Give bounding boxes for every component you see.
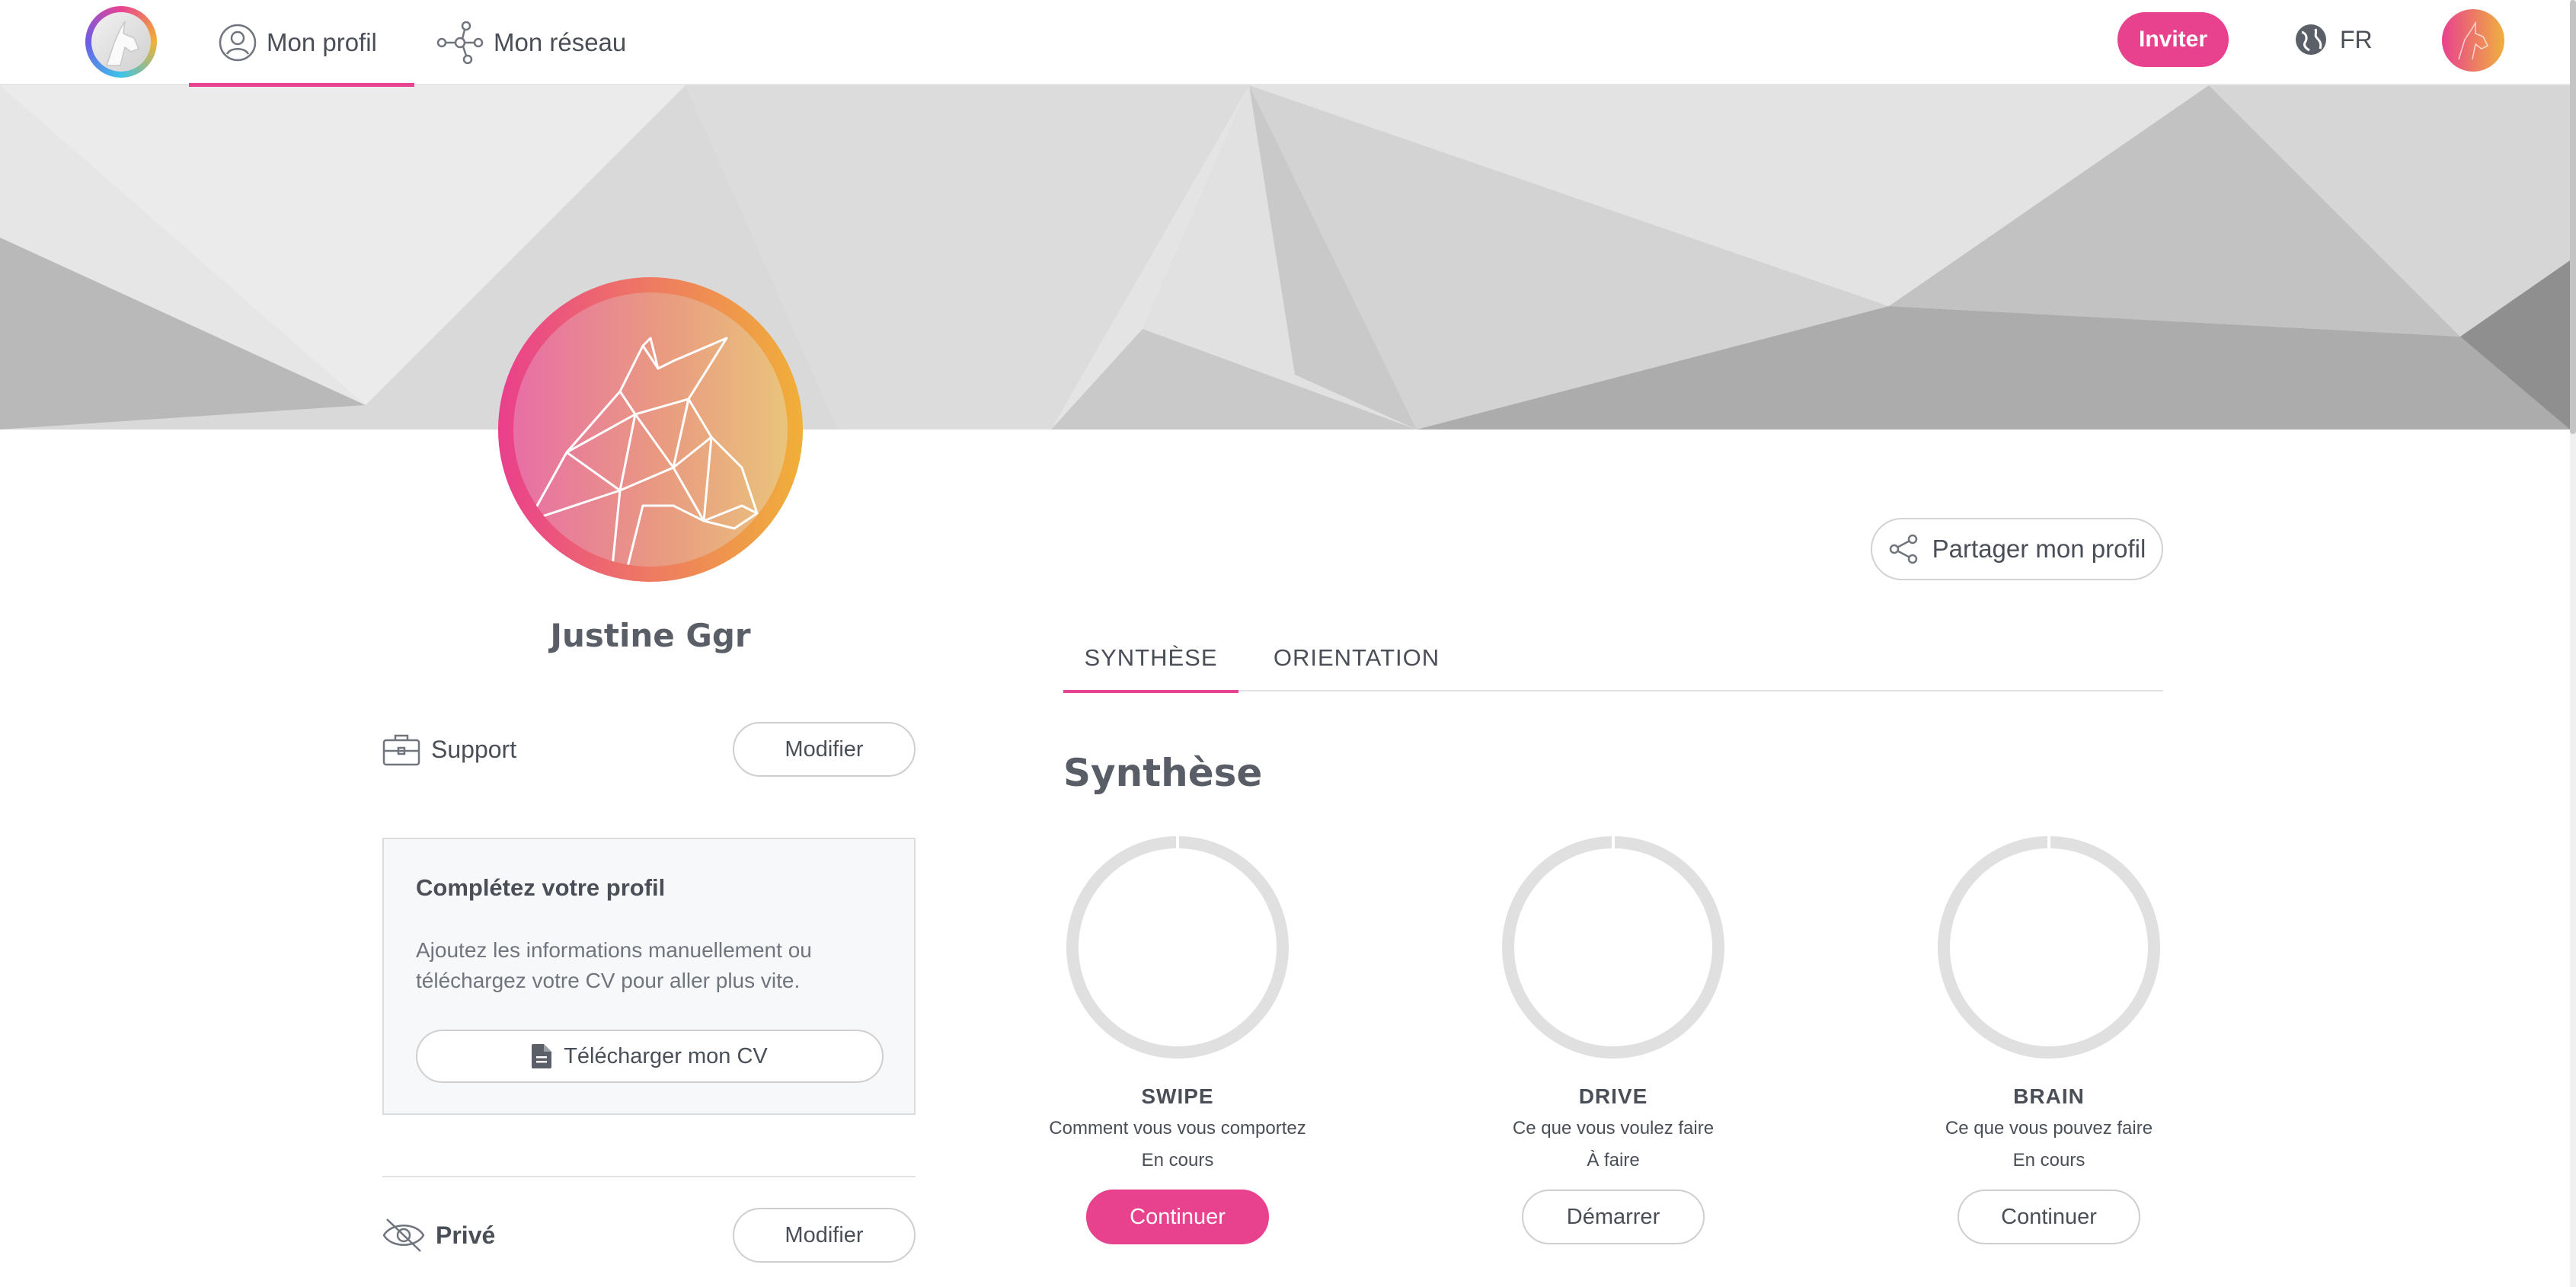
language-code: FR — [2340, 25, 2373, 53]
language-selector[interactable]: FR — [2294, 18, 2373, 61]
profile-banner — [0, 85, 2570, 430]
brain-test-description: Ce que vous pouvez faire — [1945, 1118, 2153, 1138]
section-divider — [382, 1176, 916, 1177]
profile-tabs: SYNTHÈSE ORIENTATION — [1063, 624, 2163, 693]
drive-test-description: Ce que vous voulez faire — [1512, 1118, 1715, 1138]
brain-test-name: BRAIN — [2013, 1084, 2085, 1108]
drive-test-card: DRIVE Ce que vous voulez faire À faire D… — [1469, 833, 1758, 1244]
swipe-test-card: SWIPE Comment vous vous comportez En cou… — [1033, 833, 1322, 1244]
nav-tab-my-network[interactable]: Mon réseau — [436, 0, 634, 85]
brain-test-card: BRAIN Ce que vous pouvez faire En cours … — [1904, 833, 2194, 1244]
swipe-test-status: En cours — [1141, 1150, 1214, 1170]
globe-icon — [2294, 23, 2328, 56]
user-avatar[interactable] — [2442, 9, 2504, 72]
profile-name: Justine Ggr — [550, 617, 751, 654]
swipe-progress-ring — [1063, 833, 1292, 1062]
synthese-section-title: Synthèse — [1063, 751, 1263, 795]
top-navigation: Mon profil Mon réseau Inviter FR — [0, 0, 2576, 87]
private-label: Privé — [436, 1221, 496, 1249]
drive-test-name: DRIVE — [1578, 1084, 1648, 1108]
document-icon — [532, 1044, 552, 1068]
unicorn-avatar-icon — [513, 292, 788, 567]
swipe-test-description: Comment vous vous comportez — [1049, 1118, 1306, 1138]
page-scrollbar[interactable] — [2570, 0, 2576, 1287]
complete-profile-text: Ajoutez les informations manuellement ou… — [416, 938, 812, 992]
share-icon — [1888, 534, 1919, 564]
network-icon — [436, 21, 484, 64]
nav-tab-my-profile-label: Mon profil — [267, 28, 377, 56]
complete-profile-title: Complétez votre profil — [416, 874, 666, 901]
drive-start-button[interactable]: Démarrer — [1522, 1190, 1705, 1244]
nav-tab-my-network-label: Mon réseau — [494, 28, 627, 56]
swipe-continue-button[interactable]: Continuer — [1086, 1190, 1269, 1244]
invite-button[interactable]: Inviter — [2117, 12, 2229, 67]
private-edit-button[interactable]: Modifier — [733, 1208, 916, 1263]
brain-test-status: En cours — [2012, 1150, 2085, 1170]
unicorn-logo-icon[interactable] — [85, 6, 157, 78]
private-section: Privé Modifier — [382, 1208, 916, 1263]
share-profile-label: Partager mon profil — [1932, 535, 2146, 563]
upload-cv-button[interactable]: Télécharger mon CV — [416, 1030, 884, 1083]
brain-continue-button[interactable]: Continuer — [1958, 1190, 2140, 1244]
nav-tab-my-profile[interactable]: Mon profil — [189, 0, 414, 87]
support-edit-button[interactable]: Modifier — [733, 722, 916, 777]
eye-off-icon — [382, 1216, 425, 1254]
drive-test-status: À faire — [1587, 1150, 1640, 1170]
scrollbar-thumb[interactable] — [2570, 0, 2576, 434]
briefcase-icon — [382, 733, 420, 766]
tab-orientation[interactable]: ORIENTATION — [1254, 624, 1459, 691]
brain-progress-ring — [1935, 833, 2163, 1062]
complete-profile-card: Complétez votre profil Ajoutez les infor… — [382, 838, 916, 1115]
user-icon — [218, 23, 257, 62]
support-label: Support — [431, 735, 517, 763]
support-section: Support Modifier — [382, 722, 916, 777]
share-profile-button[interactable]: Partager mon profil — [1871, 518, 2163, 580]
drive-progress-ring — [1499, 833, 1727, 1062]
tab-synthese[interactable]: SYNTHÈSE — [1063, 624, 1238, 693]
swipe-test-name: SWIPE — [1141, 1084, 1214, 1108]
logo-emblem — [91, 12, 151, 72]
upload-cv-label: Télécharger mon CV — [564, 1043, 768, 1068]
profile-avatar[interactable] — [498, 277, 803, 582]
